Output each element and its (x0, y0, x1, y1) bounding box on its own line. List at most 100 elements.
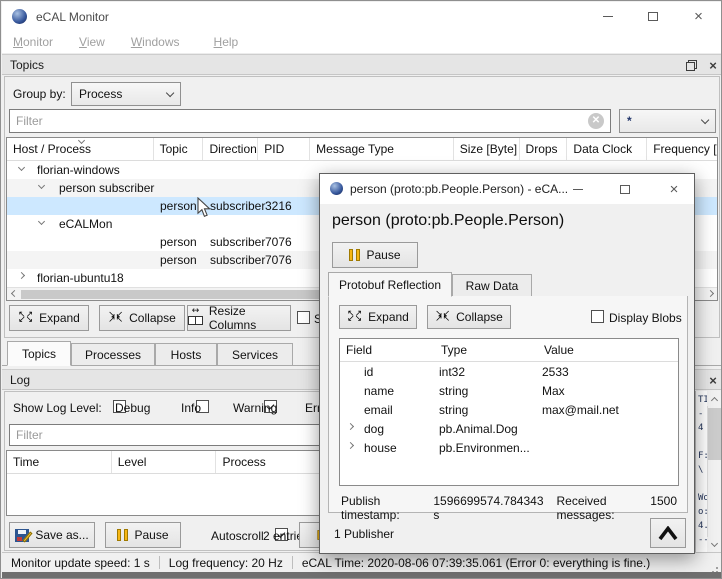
log-pause-button[interactable]: Pause (105, 522, 181, 548)
save-icon (15, 529, 29, 542)
dialog-pause-button[interactable]: Pause (332, 242, 418, 268)
dialog-title: person (proto:pb.People.Person) - eCA... (350, 182, 568, 196)
vertical-scrollbar[interactable] (707, 391, 722, 552)
tab-topics[interactable]: Topics (7, 341, 71, 366)
filter-clear-button[interactable]: ✕ (588, 113, 604, 129)
tab-processes[interactable]: Processes (71, 343, 155, 366)
debug-label: Debug (115, 401, 150, 415)
reflection-table: Field Type Value idint322533 namestringM… (339, 338, 679, 486)
tab-services[interactable]: Services (217, 343, 293, 366)
filter-type-value: * (627, 114, 632, 128)
expander-closed-icon[interactable] (18, 272, 25, 279)
pause-icon (349, 249, 360, 261)
main-window: eCAL Monitor × Monitor View Windows Help… (0, 0, 722, 579)
window-bottom-edge (2, 572, 722, 579)
publisher-count: 1 Publisher (334, 527, 394, 541)
expander-open-icon[interactable] (38, 182, 45, 189)
group-by-label: Group by: (13, 87, 66, 101)
scroll-to-top-button[interactable] (650, 518, 686, 548)
topics-panel-title: Topics (10, 58, 44, 72)
maximize-button[interactable] (630, 2, 675, 31)
topics-table-header: Host / Process Topic Direction PID Messa… (7, 138, 717, 161)
maximize-icon (648, 12, 658, 21)
field-row-name[interactable]: namestringMax (340, 382, 678, 401)
scroll-down-icon[interactable] (707, 537, 722, 552)
collapse-icon: ↘↙↗↖ (108, 313, 123, 324)
scroll-right-icon[interactable] (703, 288, 717, 300)
menu-help[interactable]: Help (205, 32, 248, 52)
menu-monitor[interactable]: Monitor (4, 32, 62, 52)
dialog-maximize-button[interactable] (605, 174, 645, 204)
expand-icon: ↖↗↙↘ (18, 313, 33, 324)
expander-closed-icon[interactable] (347, 423, 354, 430)
column-type[interactable]: Type (435, 339, 538, 361)
column-message-type[interactable]: Message Type (310, 138, 454, 160)
close-icon: × (670, 182, 679, 197)
column-direction[interactable]: Direction (203, 138, 258, 160)
minimize-icon (603, 16, 613, 17)
tab-raw-data[interactable]: Raw Data (452, 274, 532, 297)
scroll-left-icon[interactable] (7, 288, 21, 300)
close-button[interactable]: × (675, 2, 722, 31)
dialog-minimize-button[interactable] (558, 174, 598, 204)
resize-grip[interactable] (716, 567, 718, 569)
display-blobs-checkbox[interactable] (591, 310, 604, 323)
expander-closed-icon[interactable] (347, 442, 354, 449)
field-row-email[interactable]: emailstringmax@mail.net (340, 401, 678, 420)
tab-hosts[interactable]: Hosts (155, 343, 217, 366)
column-data-clock[interactable]: Data Clock (567, 138, 647, 160)
column-value[interactable]: Value (538, 339, 678, 361)
info-label: Info (181, 401, 201, 415)
field-row-id[interactable]: idint322533 (340, 363, 678, 382)
group-by-combobox[interactable]: Process (71, 82, 181, 106)
show-checkbox[interactable] (297, 311, 310, 324)
scroll-thumb[interactable] (708, 408, 721, 460)
chevron-down-icon (701, 116, 710, 125)
status-bar: Monitor update speed: 1 s Log frequency:… (2, 552, 722, 572)
status-separator (292, 556, 293, 569)
field-row-house[interactable]: housepb.Environmen... (340, 439, 678, 458)
column-drops[interactable]: Drops (520, 138, 568, 160)
scroll-up-icon[interactable] (707, 391, 722, 406)
resize-columns-button[interactable]: ↔ Resize Columns (187, 305, 291, 331)
filter-type-combobox[interactable]: * (619, 109, 716, 133)
collapse-button[interactable]: ↘↙↗↖ Collapse (99, 305, 185, 331)
log-close-button[interactable]: × (704, 370, 722, 391)
menu-bar: Monitor View Windows Help (2, 31, 722, 54)
column-host-process[interactable]: Host / Process (7, 138, 154, 160)
column-topic[interactable]: Topic (154, 138, 204, 160)
publish-timestamp-value: 1596699574.784343 s (433, 494, 543, 522)
column-frequency[interactable]: Frequency [ (647, 138, 717, 160)
tab-protobuf-reflection[interactable]: Protobuf Reflection (328, 272, 452, 297)
status-log-frequency: Log frequency: 20 Hz (169, 556, 283, 570)
topics-filter-input[interactable] (9, 109, 611, 133)
expander-open-icon[interactable] (18, 164, 25, 171)
field-row-dog[interactable]: dogpb.Animal.Dog (340, 420, 678, 439)
status-ecal-time: eCAL Time: 2020-08-06 07:39:35.061 (Erro… (302, 556, 650, 570)
save-as-button[interactable]: Save as... (9, 522, 95, 548)
menu-windows[interactable]: Windows (122, 32, 189, 52)
text-fragment: 4 (698, 423, 703, 433)
raw-data-panel-sliver: TI - ' 4 F: \ ( Wo o: 4. -- (695, 391, 722, 552)
column-level[interactable]: Level (112, 451, 217, 473)
column-field[interactable]: Field (340, 339, 435, 361)
column-pid[interactable]: PID (258, 138, 310, 160)
dialog-expand-button[interactable]: ↖↗↙↘ Expand (339, 305, 417, 329)
menu-view[interactable]: View (70, 32, 114, 52)
topics-close-button[interactable]: × (704, 55, 722, 76)
column-time[interactable]: Time (7, 451, 112, 473)
column-size[interactable]: Size [Byte] (454, 138, 520, 160)
dialog-tab-pane: ↖↗↙↘ Expand ↘↙↗↖ Collapse Display Blobs … (328, 296, 688, 513)
topics-float-button[interactable] (682, 55, 700, 76)
expand-button[interactable]: ↖↗↙↘ Expand (9, 305, 89, 331)
autoscroll-label: Autoscroll (211, 529, 264, 543)
dialog-close-button[interactable]: × (652, 174, 696, 204)
minimize-button[interactable] (585, 2, 630, 31)
chevron-down-icon (166, 89, 175, 98)
collapse-icon: ↘↙↗↖ (435, 312, 450, 323)
chevron-up-icon (657, 526, 679, 541)
dialog-collapse-button[interactable]: ↘↙↗↖ Collapse (427, 305, 511, 329)
topics-panel-header: Topics × (2, 54, 722, 75)
expander-open-icon[interactable] (38, 218, 45, 225)
warning-label: Warning (233, 401, 277, 415)
